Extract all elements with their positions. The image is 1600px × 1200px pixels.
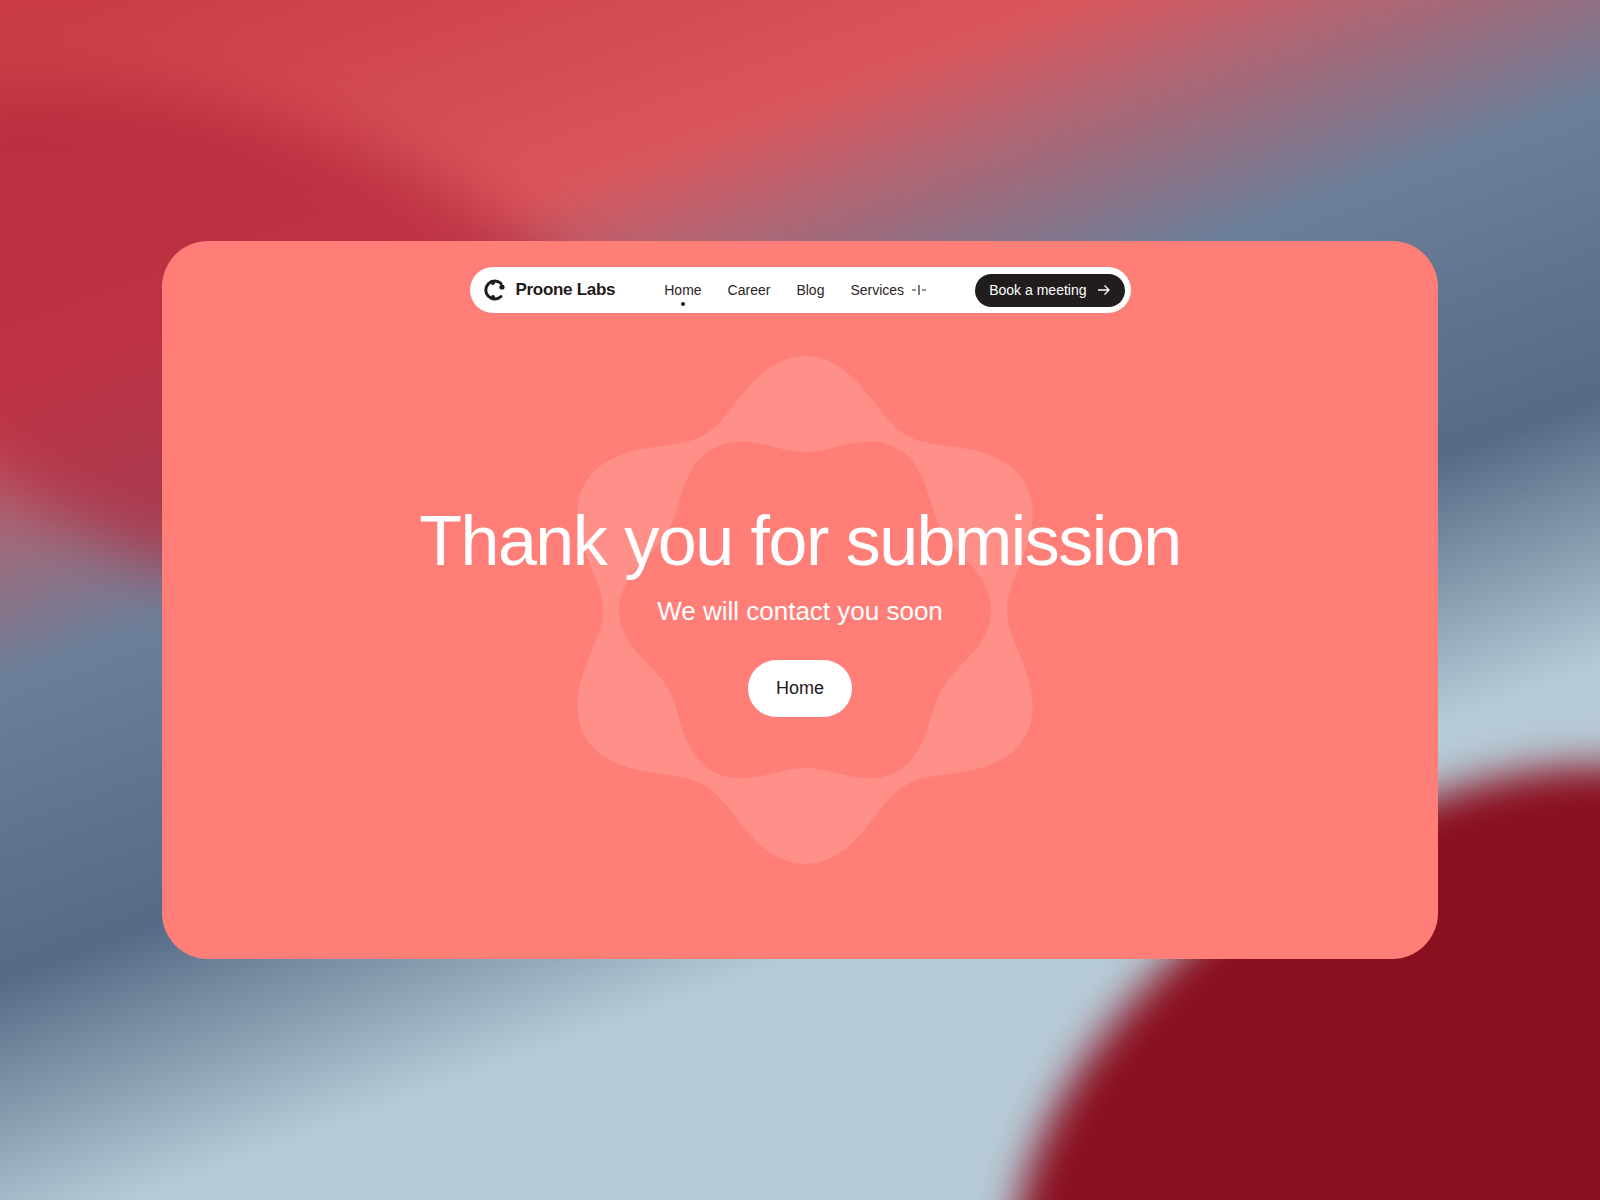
home-button[interactable]: Home	[748, 660, 852, 717]
expand-icon	[912, 284, 926, 296]
nav-bar: Proone Labs Home Career Blog Services Book a …	[470, 267, 1131, 313]
brand-name: Proone Labs	[516, 277, 616, 303]
nav-link[interactable]: Services	[850, 280, 926, 301]
active-dot	[681, 302, 685, 306]
active-dot	[886, 302, 890, 306]
page: Proone Labs Home Career Blog Services Book a …	[0, 0, 1600, 1200]
title: Thank you for submission	[419, 501, 1181, 581]
nav-link[interactable]: Home	[664, 280, 701, 301]
nav-links: Home Career Blog Services	[664, 280, 926, 301]
card: Proone Labs Home Career Blog Services Book a …	[162, 241, 1438, 959]
active-dot	[808, 302, 812, 306]
nav-link[interactable]: Career	[728, 280, 771, 301]
logo-icon	[484, 278, 508, 302]
nav-link[interactable]: Blog	[796, 280, 824, 301]
book-meeting-button[interactable]: Book a meeting	[975, 274, 1124, 307]
subtitle: We will contact you soon	[657, 595, 943, 627]
brand[interactable]: Proone Labs	[484, 277, 616, 303]
arrow-right-icon	[1097, 284, 1111, 296]
active-dot	[747, 302, 751, 306]
